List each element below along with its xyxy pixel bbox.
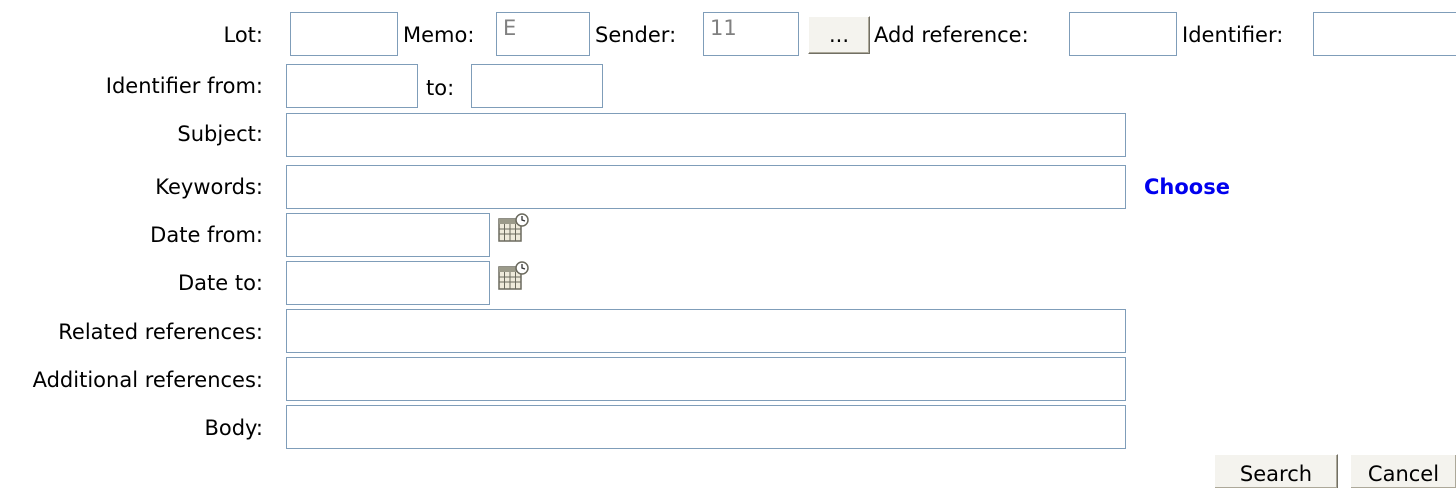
sender-input[interactable] <box>703 12 799 56</box>
identifier-from-label: Identifier from: <box>105 74 263 98</box>
identifier-to-label: to: <box>426 76 455 100</box>
identifier-from-input[interactable] <box>286 64 418 108</box>
additional-references-input[interactable] <box>286 357 1126 401</box>
keywords-input[interactable] <box>286 165 1126 209</box>
sender-label: Sender: <box>595 23 677 47</box>
identifier-input[interactable] <box>1313 12 1456 56</box>
additional-references-label: Additional references: <box>32 368 263 392</box>
related-references-label: Related references: <box>58 320 263 344</box>
date-to-input[interactable] <box>286 261 490 305</box>
subject-label: Subject: <box>177 122 263 146</box>
choose-keywords-link[interactable]: Choose <box>1144 175 1230 199</box>
body-input[interactable] <box>286 405 1126 449</box>
lot-input[interactable] <box>290 12 398 56</box>
memo-label: Memo: <box>403 23 475 47</box>
keywords-label: Keywords: <box>155 175 263 199</box>
add-reference-label: Add reference: <box>874 23 1029 47</box>
identifier-to-input[interactable] <box>471 64 603 108</box>
search-button[interactable]: Search <box>1214 454 1338 488</box>
date-from-label: Date from: <box>150 223 263 247</box>
sender-picker-button[interactable]: ... <box>808 16 870 54</box>
lot-label: Lot: <box>223 23 264 47</box>
subject-input[interactable] <box>286 113 1126 157</box>
cancel-button[interactable]: Cancel <box>1350 454 1456 488</box>
add-reference-input[interactable] <box>1069 12 1177 56</box>
memo-input[interactable] <box>496 12 590 56</box>
calendar-icon[interactable] <box>498 213 530 243</box>
date-from-input[interactable] <box>286 213 490 257</box>
identifier-label: Identifier: <box>1182 23 1284 47</box>
related-references-input[interactable] <box>286 309 1126 353</box>
calendar-icon[interactable] <box>498 261 530 291</box>
body-label: Body: <box>204 416 263 440</box>
date-to-label: Date to: <box>177 271 263 295</box>
